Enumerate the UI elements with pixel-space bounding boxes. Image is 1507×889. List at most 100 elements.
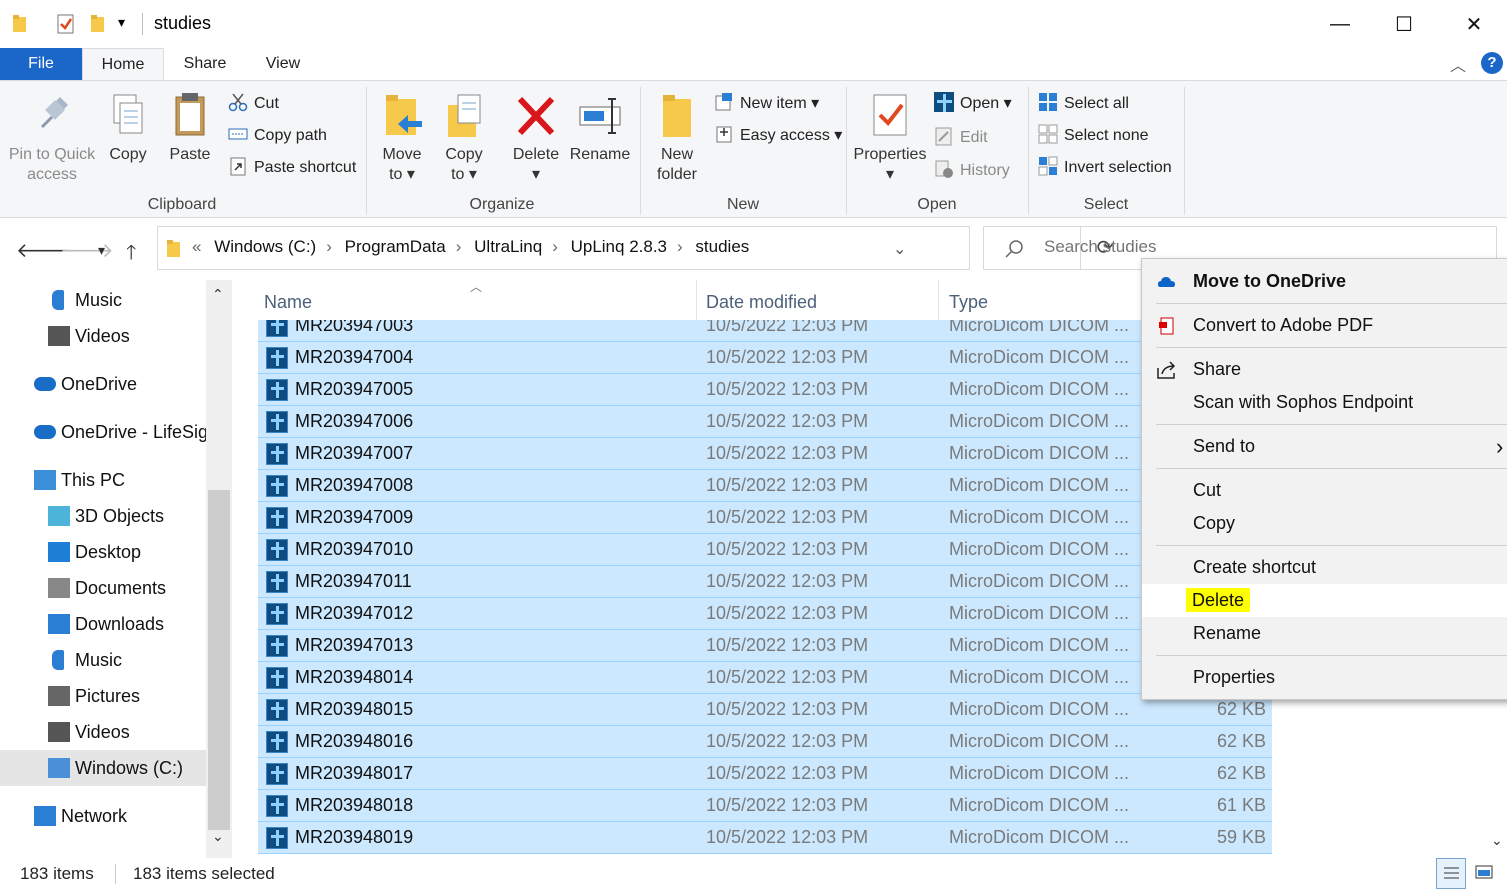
breadcrumb-item[interactable]: Windows (C:) xyxy=(214,237,316,256)
breadcrumb-separator[interactable]: › xyxy=(456,237,462,256)
properties-button[interactable]: Properties ▾ xyxy=(852,81,928,185)
menu-item-share[interactable]: Share xyxy=(1142,353,1507,386)
breadcrumb-item[interactable]: UpLinq 2.8.3 xyxy=(571,237,667,256)
menu-item-convert-adobe-pdf[interactable]: Convert to Adobe PDF xyxy=(1142,309,1507,342)
menu-item-send-to[interactable]: Send to › xyxy=(1142,430,1507,463)
nav-item[interactable]: This PC xyxy=(0,462,206,498)
recent-locations-chevron-icon[interactable]: ▾ xyxy=(98,242,105,259)
nav-item[interactable]: Windows (C:) xyxy=(0,750,206,786)
forward-arrow-icon[interactable]: 🡒 xyxy=(60,238,114,263)
nav-item[interactable]: Desktop xyxy=(0,534,206,570)
tab-view[interactable]: View xyxy=(250,48,316,80)
quick-access-dropdown-icon[interactable]: ▾ xyxy=(118,14,125,31)
table-row[interactable]: MR203948015 10/5/2022 12:03 PM MicroDicom … xyxy=(258,694,1272,726)
table-row[interactable]: MR203947006 10/5/2022 12:03 PM MicroDicom … xyxy=(258,406,1272,438)
column-header-type[interactable]: Type xyxy=(949,292,988,313)
invert-selection-button[interactable]: Invert selection xyxy=(1038,154,1172,182)
open-button[interactable]: Open ▾ xyxy=(934,90,1012,118)
new-folder-quick-icon[interactable] xyxy=(90,14,106,34)
nav-item[interactable]: OneDrive xyxy=(0,366,206,402)
close-button[interactable]: ✕ xyxy=(1444,0,1504,48)
table-row[interactable]: MR203948018 10/5/2022 12:03 PM MicroDicom … xyxy=(258,790,1272,822)
nav-pane-scroll-thumb[interactable] xyxy=(208,490,230,830)
easy-access-button[interactable]: Easy access ▾ xyxy=(714,122,842,150)
menu-item-scan-sophos[interactable]: Scan with Sophos Endpoint xyxy=(1142,386,1507,419)
breadcrumb-overflow[interactable]: « xyxy=(192,237,201,256)
breadcrumb-item[interactable]: UltraLinq xyxy=(474,237,542,256)
table-row[interactable]: MR203947010 10/5/2022 12:03 PM MicroDicom … xyxy=(258,534,1272,566)
table-row[interactable]: MR203947007 10/5/2022 12:03 PM MicroDicom … xyxy=(258,438,1272,470)
maximize-button[interactable]: ☐ xyxy=(1374,0,1434,48)
select-all-button[interactable]: Select all xyxy=(1038,90,1129,118)
menu-item-cut[interactable]: Cut xyxy=(1142,474,1507,507)
videos-icon xyxy=(48,326,70,346)
history-button[interactable]: History xyxy=(934,157,1010,185)
new-folder-button[interactable]: New folder xyxy=(648,81,706,185)
menu-item-move-to-onedrive[interactable]: Move to OneDrive xyxy=(1142,265,1507,298)
table-row[interactable]: MR203948014 10/5/2022 12:03 PM MicroDicom … xyxy=(258,662,1272,694)
copy-path-button[interactable]: Copy path xyxy=(228,122,327,150)
menu-item-create-shortcut[interactable]: Create shortcut xyxy=(1142,551,1507,584)
tab-home[interactable]: Home xyxy=(82,48,164,81)
table-row[interactable]: MR203948017 10/5/2022 12:03 PM MicroDicom … xyxy=(258,758,1272,790)
breadcrumb-item[interactable]: ProgramData xyxy=(345,237,446,256)
move-to-button[interactable]: Move to ▾ xyxy=(374,81,430,185)
new-item-button[interactable]: New item ▾ xyxy=(714,90,819,118)
nav-item[interactable]: Videos xyxy=(0,318,206,354)
minimize-button[interactable]: — xyxy=(1310,0,1370,48)
table-row[interactable]: MR203947009 10/5/2022 12:03 PM MicroDicom … xyxy=(258,502,1272,534)
breadcrumb-separator[interactable]: › xyxy=(552,237,558,256)
rename-button[interactable]: Rename xyxy=(568,81,632,165)
table-row[interactable]: MR203947003 10/5/2022 12:03 PM MicroDicom … xyxy=(258,320,1272,342)
nav-item[interactable]: 3D Objects xyxy=(0,498,206,534)
menu-item-rename[interactable]: Rename xyxy=(1142,617,1507,650)
select-none-button[interactable]: Select none xyxy=(1038,122,1149,150)
table-row[interactable]: MR203948016 10/5/2022 12:03 PM MicroDicom … xyxy=(258,726,1272,758)
nav-item[interactable]: Music xyxy=(0,642,206,678)
nav-item[interactable]: Pictures xyxy=(0,678,206,714)
nav-item[interactable]: Videos xyxy=(0,714,206,750)
breadcrumb-separator[interactable]: › xyxy=(326,237,332,256)
nav-item[interactable]: Music xyxy=(0,282,206,318)
table-row[interactable]: MR203947005 10/5/2022 12:03 PM MicroDicom … xyxy=(258,374,1272,406)
paste-shortcut-button[interactable]: Paste shortcut xyxy=(228,154,356,182)
delete-button[interactable]: Delete ▾ xyxy=(510,81,562,185)
table-row[interactable]: MR203947011 10/5/2022 12:03 PM MicroDicom … xyxy=(258,566,1272,598)
copy-button[interactable]: Copy xyxy=(104,81,152,165)
nav-item[interactable]: Downloads xyxy=(0,606,206,642)
scroll-down-icon[interactable]: ⌄ xyxy=(212,828,224,845)
tab-share[interactable]: Share xyxy=(170,48,240,80)
nav-item[interactable]: Documents xyxy=(0,570,206,606)
menu-item-properties[interactable]: Properties xyxy=(1142,661,1507,694)
table-row[interactable]: MR203947013 10/5/2022 12:03 PM MicroDicom … xyxy=(258,630,1272,662)
table-row[interactable]: MR203947004 10/5/2022 12:03 PM MicroDicom … xyxy=(258,342,1272,374)
details-view-button[interactable] xyxy=(1436,858,1466,889)
properties-check-icon[interactable] xyxy=(56,13,76,35)
nav-item[interactable]: OneDrive - LifeSig xyxy=(0,414,208,450)
nav-item[interactable]: Network xyxy=(0,798,206,834)
table-row[interactable]: MR203947012 10/5/2022 12:03 PM MicroDicom … xyxy=(258,598,1272,630)
scroll-down-icon[interactable]: ⌄ xyxy=(1491,832,1503,849)
table-row[interactable]: MR203948019 10/5/2022 12:03 PM MicroDicom … xyxy=(258,822,1272,854)
large-icons-view-button[interactable] xyxy=(1470,858,1500,889)
menu-item-delete[interactable]: Delete xyxy=(1142,584,1507,617)
help-icon[interactable]: ? xyxy=(1481,52,1503,74)
cut-button[interactable]: Cut xyxy=(228,90,279,118)
breadcrumb-separator[interactable]: › xyxy=(677,237,683,256)
copy-to-button[interactable]: Copy to ▾ xyxy=(436,81,492,185)
tab-file[interactable]: File xyxy=(0,48,82,80)
up-arrow-icon[interactable]: 🡑 xyxy=(126,238,136,272)
search-input[interactable] xyxy=(1044,237,1444,257)
menu-item-copy[interactable]: Copy xyxy=(1142,507,1507,540)
edit-button[interactable]: Edit xyxy=(934,124,988,152)
address-dropdown-icon[interactable]: ⌄ xyxy=(893,239,906,259)
collapse-ribbon-icon[interactable]: ︿ xyxy=(1450,52,1466,76)
breadcrumb-item[interactable]: studies xyxy=(695,237,749,256)
column-header-name[interactable]: Name xyxy=(264,292,312,313)
scroll-up-icon[interactable]: ⌃ xyxy=(212,286,224,303)
pin-quick-access-button[interactable]: Pin to Quick access xyxy=(4,81,100,185)
column-header-date[interactable]: Date modified xyxy=(706,292,817,313)
paste-button[interactable]: Paste xyxy=(166,81,214,165)
address-bar[interactable]: « Windows (C:) › ProgramData › UltraLinq › … xyxy=(157,226,1113,270)
table-row[interactable]: MR203947008 10/5/2022 12:03 PM MicroDicom … xyxy=(258,470,1272,502)
